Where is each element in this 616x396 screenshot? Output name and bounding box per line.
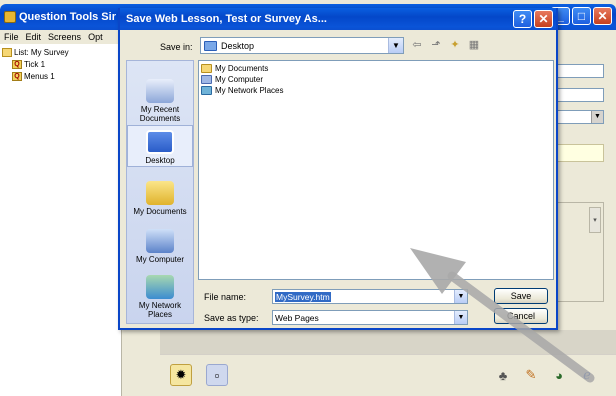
cancel-button[interactable]: Cancel <box>494 308 548 324</box>
back-icon[interactable]: ⇦ <box>410 38 424 51</box>
file-name-input[interactable]: MySurvey.htm ▼ <box>272 289 468 304</box>
menu-file[interactable]: File <box>4 32 19 42</box>
new-folder-icon[interactable]: ✦ <box>448 38 462 51</box>
place-label: My Network Places <box>138 301 182 319</box>
save-as-type-value: Web Pages <box>275 312 319 323</box>
app-maximize-button[interactable]: □ <box>572 7 591 25</box>
file-label: My Network Places <box>215 86 284 95</box>
menu-edit[interactable]: Edit <box>26 32 42 42</box>
list-item[interactable]: My Computer <box>201 74 551 85</box>
save-in-value: Desktop <box>221 40 255 51</box>
question-icon: Q <box>12 71 22 81</box>
chevron-down-icon[interactable]: ▼ <box>388 38 403 53</box>
menu-screens[interactable]: Screens <box>48 32 81 42</box>
save-in-label: Save in: <box>160 42 193 52</box>
app-close-button[interactable]: ✕ <box>593 7 612 25</box>
place-my-computer[interactable]: My Computer <box>127 229 193 264</box>
help-button[interactable]: ? <box>513 10 532 28</box>
tree-item-label: Menus 1 <box>24 71 55 81</box>
save-in-combo[interactable]: Desktop ▼ <box>200 37 404 54</box>
my-computer-icon <box>146 229 174 253</box>
menu-options[interactable]: Opt <box>88 32 103 42</box>
desktop-icon <box>204 40 217 51</box>
network-places-icon <box>146 275 174 299</box>
save-dialog: Save Web Lesson, Test or Survey As... ? … <box>118 8 558 330</box>
question-tool-icon[interactable]: ✹ <box>170 364 192 386</box>
file-label: My Documents <box>215 64 269 73</box>
list-item[interactable]: My Network Places <box>201 85 551 96</box>
place-network[interactable]: My Network Places <box>127 275 193 319</box>
dialog-window-controls: ? ✕ <box>513 10 553 28</box>
dialog-title: Save Web Lesson, Test or Survey As... <box>126 13 327 25</box>
dialog-title-bar: Save Web Lesson, Test or Survey As... <box>120 8 556 30</box>
desktop-icon <box>146 130 174 154</box>
property-box: ▾ <box>556 202 604 302</box>
tools-icon[interactable]: ✎ <box>520 364 542 386</box>
chevron-down-icon[interactable]: ▼ <box>591 111 603 123</box>
up-folder-icon[interactable]: ⬏ <box>429 38 443 51</box>
place-label: My Documents <box>133 207 187 216</box>
recent-documents-icon <box>146 79 174 103</box>
chevron-down-icon[interactable]: ▼ <box>454 290 467 303</box>
dialog-close-button[interactable]: ✕ <box>534 10 553 28</box>
question-tree: List: My Survey Q Tick 1 Q Menus 1 <box>0 44 122 396</box>
status-strip <box>160 330 616 354</box>
file-name-label: File name: <box>204 292 247 302</box>
tree-item-tick[interactable]: Q Tick 1 <box>2 58 119 70</box>
folder-icon <box>201 64 212 73</box>
folder-icon <box>2 47 12 57</box>
place-label: My Computer <box>135 255 184 264</box>
property-note[interactable] <box>556 144 604 162</box>
internet-explorer-icon[interactable]: ℯ <box>576 364 598 386</box>
tree-item-label: List: My Survey <box>14 47 69 57</box>
place-recent-documents[interactable]: My Recent Documents <box>127 79 193 123</box>
app-window-controls: _ □ ✕ <box>551 7 612 25</box>
save-as-type-combo[interactable]: Web Pages ▼ <box>272 310 468 325</box>
my-documents-icon <box>146 181 174 205</box>
dialog-toolbar: ⇦ ⬏ ✦ ▦ <box>410 38 481 51</box>
tree-item-menus[interactable]: Q Menus 1 <box>2 70 119 82</box>
property-field[interactable] <box>556 88 604 102</box>
place-my-documents[interactable]: My Documents <box>127 181 193 216</box>
save-button[interactable]: Save <box>494 288 548 304</box>
place-desktop[interactable]: Desktop <box>127 125 193 167</box>
question-icon: Q <box>12 59 22 69</box>
page-tool-icon[interactable]: ▫ <box>206 364 228 386</box>
places-bar: My Recent Documents Desktop My Documents… <box>126 60 194 324</box>
scrollbar[interactable]: ▾ <box>589 207 601 233</box>
tree-item-label: Tick 1 <box>24 59 46 69</box>
tree-item-list[interactable]: List: My Survey <box>2 46 119 58</box>
property-combo[interactable]: ▼ <box>556 110 604 124</box>
views-icon[interactable]: ▦ <box>467 38 481 51</box>
file-label: My Computer <box>215 75 264 84</box>
property-field[interactable] <box>556 64 604 78</box>
list-item[interactable]: My Documents <box>201 63 551 74</box>
web-icon[interactable]: ◕ <box>548 364 570 386</box>
users-icon[interactable]: ♣ <box>492 364 514 386</box>
place-label: My Recent Documents <box>139 105 181 123</box>
file-name-value: MySurvey.htm <box>275 291 331 302</box>
chevron-down-icon[interactable]: ▼ <box>454 311 467 324</box>
app-logo-icon <box>4 11 16 23</box>
save-as-type-label: Save as type: <box>204 313 259 323</box>
place-label: Desktop <box>145 156 175 165</box>
app-menu-bar: File Edit Screens Opt <box>0 30 130 44</box>
computer-icon <box>201 75 212 84</box>
app-title: Question Tools Sir <box>19 11 116 23</box>
file-list[interactable]: My Documents My Computer My Network Plac… <box>198 60 554 280</box>
network-icon <box>201 86 212 95</box>
